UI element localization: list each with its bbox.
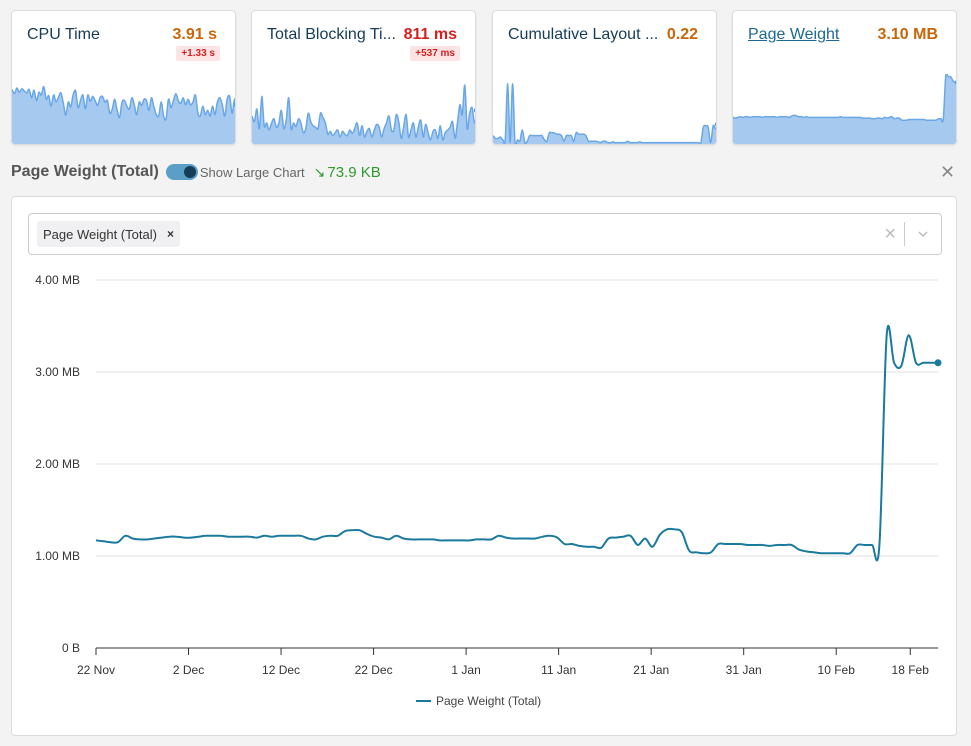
toggle-knob (183, 166, 196, 178)
sparkline-line (493, 83, 716, 144)
metric-card-total-blocking-time[interactable]: Total Blocking Ti... 811 ms +537 ms (251, 10, 476, 145)
metric-title: Total Blocking Ti... (267, 26, 396, 43)
show-large-chart-toggle[interactable] (165, 164, 198, 180)
x-tick-label: 10 Feb (818, 663, 856, 677)
metric-title-link[interactable]: Page Weight (748, 26, 839, 44)
metric-title: CPU Time (27, 26, 100, 43)
y-tick-label: 4.00 MB (35, 273, 80, 287)
page-weight-line-chart: 0 B 1.00 MB 2.00 MB 3.00 MB 4.00 MB 22 Nov 2 D… (35, 273, 942, 708)
metric-card-cumulative-layout-shift[interactable]: Cumulative Layout ... 0.22 (492, 10, 717, 145)
y-tick-label: 0 B (62, 641, 80, 655)
metric-delta-badge: +537 ms (410, 46, 460, 61)
x-tick-label: 31 Jan (726, 663, 762, 677)
x-tick-label: 22 Dec (355, 663, 393, 677)
x-tick-label: 1 Jan (451, 663, 480, 677)
last-point-marker[interactable] (934, 359, 942, 367)
trend-value: 73.9 KB (327, 163, 381, 181)
metric-value: 3.10 MB (877, 26, 938, 43)
trend-indicator: ↘ 73.9 KB (314, 164, 381, 181)
chart-panel: Page Weight (Total) × × 0 B 1.00 MB 2.00 M… (11, 196, 957, 736)
metric-card-page-weight[interactable]: Page Weight 3.10 MB (732, 10, 957, 145)
legend-label[interactable]: Page Weight (Total) (436, 694, 541, 708)
metric-title: Cumulative Layout ... (508, 26, 659, 43)
x-tick-label: 22 Nov (77, 663, 115, 677)
x-tick-label: 11 Jan (541, 663, 576, 677)
sparkline-area (493, 83, 716, 144)
trend-down-icon: ↘ (313, 163, 326, 180)
sparkline-area (733, 74, 956, 144)
metric-value: 3.91 s (172, 26, 217, 43)
section-header: Page Weight (Total) Show Large Chart ↘ 73… (11, 160, 381, 184)
y-tick-label: 3.00 MB (35, 365, 80, 379)
x-tick-label: 12 Dec (262, 663, 300, 677)
sparkline-last-point (715, 122, 716, 127)
metric-value: 0.22 (666, 26, 698, 43)
metric-delta-badge: +1.33 s (176, 46, 220, 61)
sparkline (733, 74, 956, 144)
y-tick-label: 1.00 MB (35, 549, 80, 563)
metric-card-cpu-time[interactable]: CPU Time 3.91 s +1.33 s (11, 10, 236, 145)
x-tick-label: 21 Jan (633, 663, 669, 677)
series-line (95, 324, 938, 562)
sparkline-last-point (474, 108, 475, 113)
x-tick-label: 18 Feb (892, 663, 930, 677)
metric-cards: CPU Time 3.91 s +1.33 s Total Blocking T… (11, 10, 961, 145)
section-title: Page Weight (Total) (11, 163, 159, 180)
close-icon[interactable]: ✕ (940, 162, 955, 183)
sparkline (252, 84, 475, 144)
sparkline (12, 85, 235, 144)
sparkline (493, 83, 716, 144)
sparkline-line (733, 74, 956, 123)
y-tick-label: 2.00 MB (35, 457, 80, 471)
toggle-label: Show Large Chart (199, 164, 305, 180)
metric-value: 811 ms (403, 26, 457, 43)
x-tick-label: 2 Dec (173, 663, 204, 677)
